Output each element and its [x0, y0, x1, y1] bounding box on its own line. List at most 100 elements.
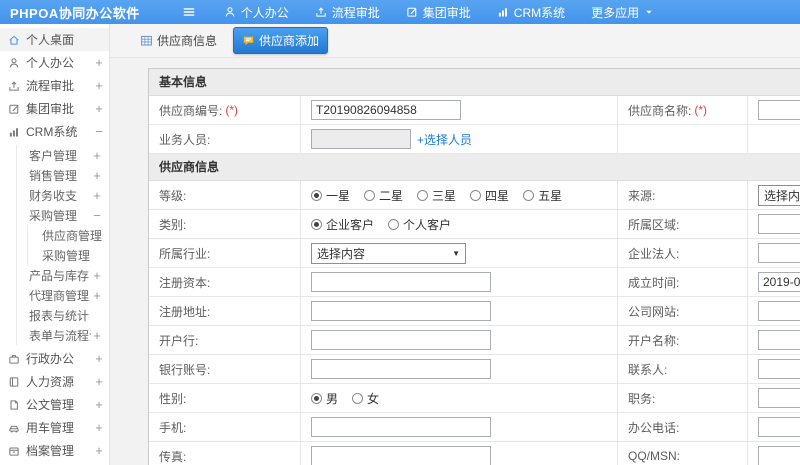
sidebar-subitem[interactable]: 销售管理 + [17, 165, 109, 185]
sidebar-item[interactable]: 个人办公 + [0, 51, 109, 74]
topnav-item[interactable]: 个人办公 [224, 4, 289, 21]
radio-button-icon[interactable] [388, 218, 400, 230]
tab-supplier-info[interactable]: 供应商信息 [132, 28, 225, 53]
radio-button-icon[interactable] [311, 392, 322, 404]
radio-button-icon[interactable] [352, 392, 364, 404]
sidebar-subitem-label: 采购管理 [42, 248, 91, 263]
sidebar-subitem[interactable]: 财务收支 + [17, 185, 109, 205]
sidebar-subitem[interactable]: 采购管理 − [17, 205, 109, 225]
radio-button-icon[interactable] [364, 189, 376, 201]
expand-toggle-icon[interactable]: + [93, 374, 105, 389]
text-input[interactable] [311, 446, 491, 465]
topnav-item[interactable]: 流程审批 [315, 4, 380, 21]
radio-option-label: 四星 [485, 188, 510, 203]
topnav-item[interactable]: 更多应用 [591, 4, 654, 21]
sidebar-subitem-label: 代理商管理 [29, 288, 90, 303]
sidebar-subitem[interactable]: 采购管理 [28, 245, 109, 265]
radio-option[interactable]: 一星 [311, 187, 350, 204]
radio-option[interactable]: 四星 [470, 187, 509, 204]
sidebar-subitem-label: 客户管理 [29, 148, 78, 163]
expand-toggle-icon[interactable]: + [91, 328, 103, 343]
text-input[interactable] [311, 301, 491, 321]
text-input[interactable] [758, 359, 800, 379]
expand-toggle-icon[interactable]: + [93, 397, 105, 412]
radio-option[interactable]: 五星 [523, 187, 562, 204]
field-label: 成立时间: [628, 275, 680, 290]
radio-option[interactable]: 个人客户 [388, 216, 451, 233]
expand-toggle-icon[interactable]: + [93, 351, 105, 366]
sidebar-subitem[interactable]: 报表与统计 [17, 305, 109, 325]
field-label-cell: 性别: [149, 384, 301, 412]
field-label: 供应商编号: [159, 103, 223, 118]
radio-button-icon[interactable] [417, 189, 429, 201]
sidebar-subitem[interactable]: 产品与库存 + [17, 265, 109, 285]
field-label: QQ/MSN: [628, 449, 681, 463]
sidebar-item[interactable]: 公文管理 + [0, 393, 109, 416]
text-input[interactable] [758, 272, 800, 292]
expand-toggle-icon[interactable]: + [93, 55, 105, 70]
sidebar-subitem[interactable]: 代理商管理 + [17, 285, 109, 305]
topnav-item[interactable]: CRM系统 [497, 4, 565, 21]
sidebar-item[interactable]: 个人桌面 [0, 28, 109, 51]
field-input-cell [301, 442, 618, 465]
expand-toggle-icon[interactable]: + [93, 420, 105, 435]
expand-toggle-icon[interactable]: − [91, 208, 103, 223]
radio-button-icon[interactable] [523, 189, 535, 201]
sidebar-item-label: 流程审批 [26, 79, 75, 93]
radio-option[interactable]: 企业客户 [311, 216, 374, 233]
expand-toggle-icon[interactable]: + [91, 268, 103, 283]
expand-toggle-icon[interactable]: + [91, 288, 103, 303]
radio-button-icon[interactable] [470, 189, 482, 201]
expand-toggle-icon[interactable]: + [91, 188, 103, 203]
text-input[interactable] [311, 417, 491, 437]
text-input[interactable] [311, 129, 411, 149]
sidebar-item[interactable]: 人力资源 + [0, 370, 109, 393]
field-label-cell: 开户行: [149, 326, 301, 354]
text-input[interactable] [758, 388, 800, 408]
text-input[interactable] [758, 243, 800, 263]
topnav-item[interactable]: 集团审批 [406, 4, 471, 21]
field-label: 银行账号: [159, 362, 211, 377]
sidebar-item-label: 档案管理 [26, 444, 75, 458]
process-icon [8, 80, 20, 92]
topnav-item-label: 集团审批 [422, 5, 471, 20]
sidebar-item[interactable]: 用车管理 + [0, 416, 109, 439]
choose-person-link[interactable]: +选择人员 [417, 131, 472, 148]
sidebar-subitem[interactable]: 供应商管理 [28, 225, 109, 245]
text-input[interactable] [758, 446, 800, 465]
sidebar-item[interactable]: 档案管理 + [0, 439, 109, 462]
text-input[interactable] [311, 100, 461, 120]
sidebar-subitem[interactable]: 表单与流程设置+ [17, 325, 109, 345]
select-input[interactable]: 选择内容▼ [758, 184, 800, 206]
radio-option[interactable]: 女 [352, 390, 379, 407]
radio-option[interactable]: 三星 [417, 187, 456, 204]
expand-toggle-icon[interactable]: + [91, 168, 103, 183]
text-input[interactable] [311, 272, 491, 292]
sidebar-item[interactable]: 行政办公 + [0, 347, 109, 370]
expand-toggle-icon[interactable]: + [91, 148, 103, 163]
sidebar-item[interactable]: 集团审批 + [0, 97, 109, 120]
text-input[interactable] [758, 417, 800, 437]
radio-button-icon[interactable] [311, 189, 322, 201]
text-input[interactable] [758, 100, 800, 120]
select-input[interactable]: 选择内容▼ [311, 242, 466, 264]
radio-button-icon[interactable] [311, 218, 322, 230]
text-input[interactable] [758, 330, 800, 350]
field-label: 来源: [628, 188, 656, 203]
radio-option[interactable]: 二星 [364, 187, 403, 204]
expand-toggle-icon[interactable]: + [93, 101, 105, 116]
field-input-cell [748, 96, 800, 124]
radio-option[interactable]: 男 [311, 390, 338, 407]
text-input[interactable] [758, 214, 800, 234]
expand-toggle-icon[interactable]: + [93, 78, 105, 93]
text-input[interactable] [758, 301, 800, 321]
hamburger-icon[interactable] [182, 5, 196, 19]
sidebar-subitem[interactable]: 客户管理 + [17, 145, 109, 165]
text-input[interactable] [311, 330, 491, 350]
text-input[interactable] [311, 359, 491, 379]
expand-toggle-icon[interactable]: − [93, 124, 105, 139]
tab-supplier-add[interactable]: 供应商添加 [233, 27, 329, 54]
sidebar-item[interactable]: CRM系统 − [0, 120, 109, 143]
sidebar-item[interactable]: 流程审批 + [0, 74, 109, 97]
expand-toggle-icon[interactable]: + [93, 443, 105, 458]
